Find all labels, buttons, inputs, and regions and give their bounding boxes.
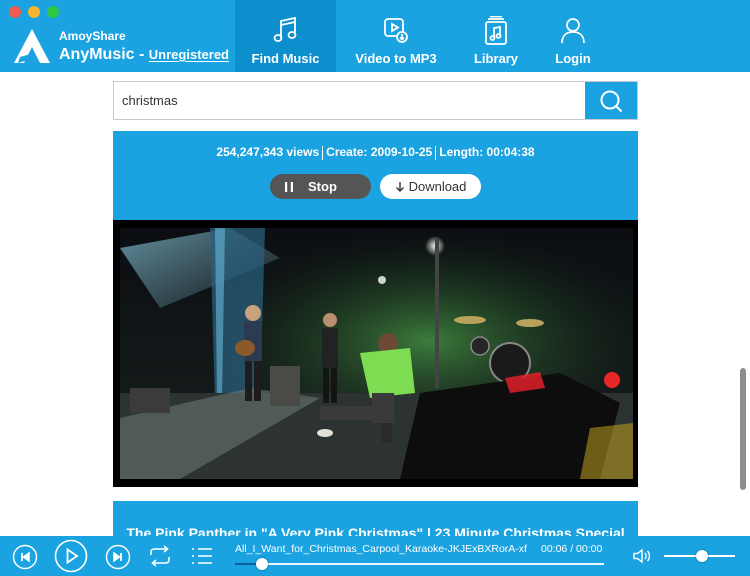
brand-dash: - [134,46,149,63]
video-frame-image[interactable] [120,228,633,479]
tab-video-to-mp3[interactable]: Video to MP3 [336,0,456,72]
unregistered-link[interactable]: Unregistered [149,47,229,62]
app-header: AmoyShare AnyMusic - Unregistered Find M… [0,0,750,72]
library-icon [485,16,507,45]
video-length: Length: 00:04:38 [439,145,535,159]
amp-stack [270,366,300,406]
light-truss [435,238,439,388]
views-count: 254,247,343 views [216,145,320,159]
window-close-button[interactable] [9,6,21,18]
search-icon [600,90,623,112]
brand-name: AnyMusic [59,46,135,63]
volume-icon[interactable] [632,548,652,564]
music-note-icon [273,16,296,42]
search-input[interactable] [114,82,586,119]
tab-find-music[interactable]: Find Music [235,0,336,72]
download-arrow-icon [395,181,404,192]
video-play-icon [384,18,408,43]
next-result-card[interactable]: The Pink Panther in "A Very Pink Christm… [113,501,638,536]
brand-company: AmoyShare [59,29,126,43]
result-meta: 254,247,343 views Create: 2009-10-25 Lengt… [113,145,638,160]
tab-video-to-mp3-label: Video to MP3 [355,51,437,66]
player-bar: All_I_Want_for_Christmas_Carpool_Karaoke… [0,536,750,576]
scrollbar-thumb[interactable] [740,368,746,490]
tab-library-label: Library [473,51,519,66]
next-result-title: The Pink Panther in "A Very Pink Christm… [126,525,625,536]
anymusic-logo-icon [14,29,50,63]
stop-button[interactable]: Stop [270,174,371,199]
tab-find-music-label: Find Music [251,51,320,66]
stage-light [378,276,386,284]
tab-login[interactable]: Login [536,0,610,72]
search-bar [113,81,638,120]
amp [130,388,170,413]
playlist-icon[interactable] [191,546,213,566]
progress-track[interactable] [235,563,604,565]
result-card: ​ 254,247,343 views Create: 2009-10-25 Len… [113,131,638,220]
create-date: Create: 2009-10-25 [326,145,433,159]
download-button[interactable]: Download [380,174,481,199]
progress-fill [235,563,257,565]
pause-icon [285,181,293,192]
volume-handle[interactable] [696,550,708,562]
progress-handle[interactable] [256,558,268,570]
previous-track-icon[interactable] [12,544,38,570]
brand-row: AnyMusic - Unregistered [59,46,229,64]
download-button-label: Download [408,179,467,194]
repeat-icon[interactable] [147,544,173,568]
search-button[interactable] [585,82,637,119]
meta-divider [435,145,437,160]
window-minimize-button[interactable] [28,6,40,18]
play-icon[interactable] [54,539,88,573]
now-playing-track: All_I_Want_for_Christmas_Carpool_Karaoke… [235,543,527,555]
tab-library[interactable]: Library [456,0,536,72]
meta-divider [322,145,324,160]
user-icon [561,18,585,44]
next-track-icon[interactable] [105,544,131,570]
result-title-partial: ​ [113,131,638,137]
red-light-glow [604,372,620,388]
stop-button-label: Stop [308,179,337,194]
playback-time: 00:06 / 00:00 [541,543,603,555]
tab-login-label: Login [555,51,591,66]
window-maximize-button[interactable] [47,6,59,18]
